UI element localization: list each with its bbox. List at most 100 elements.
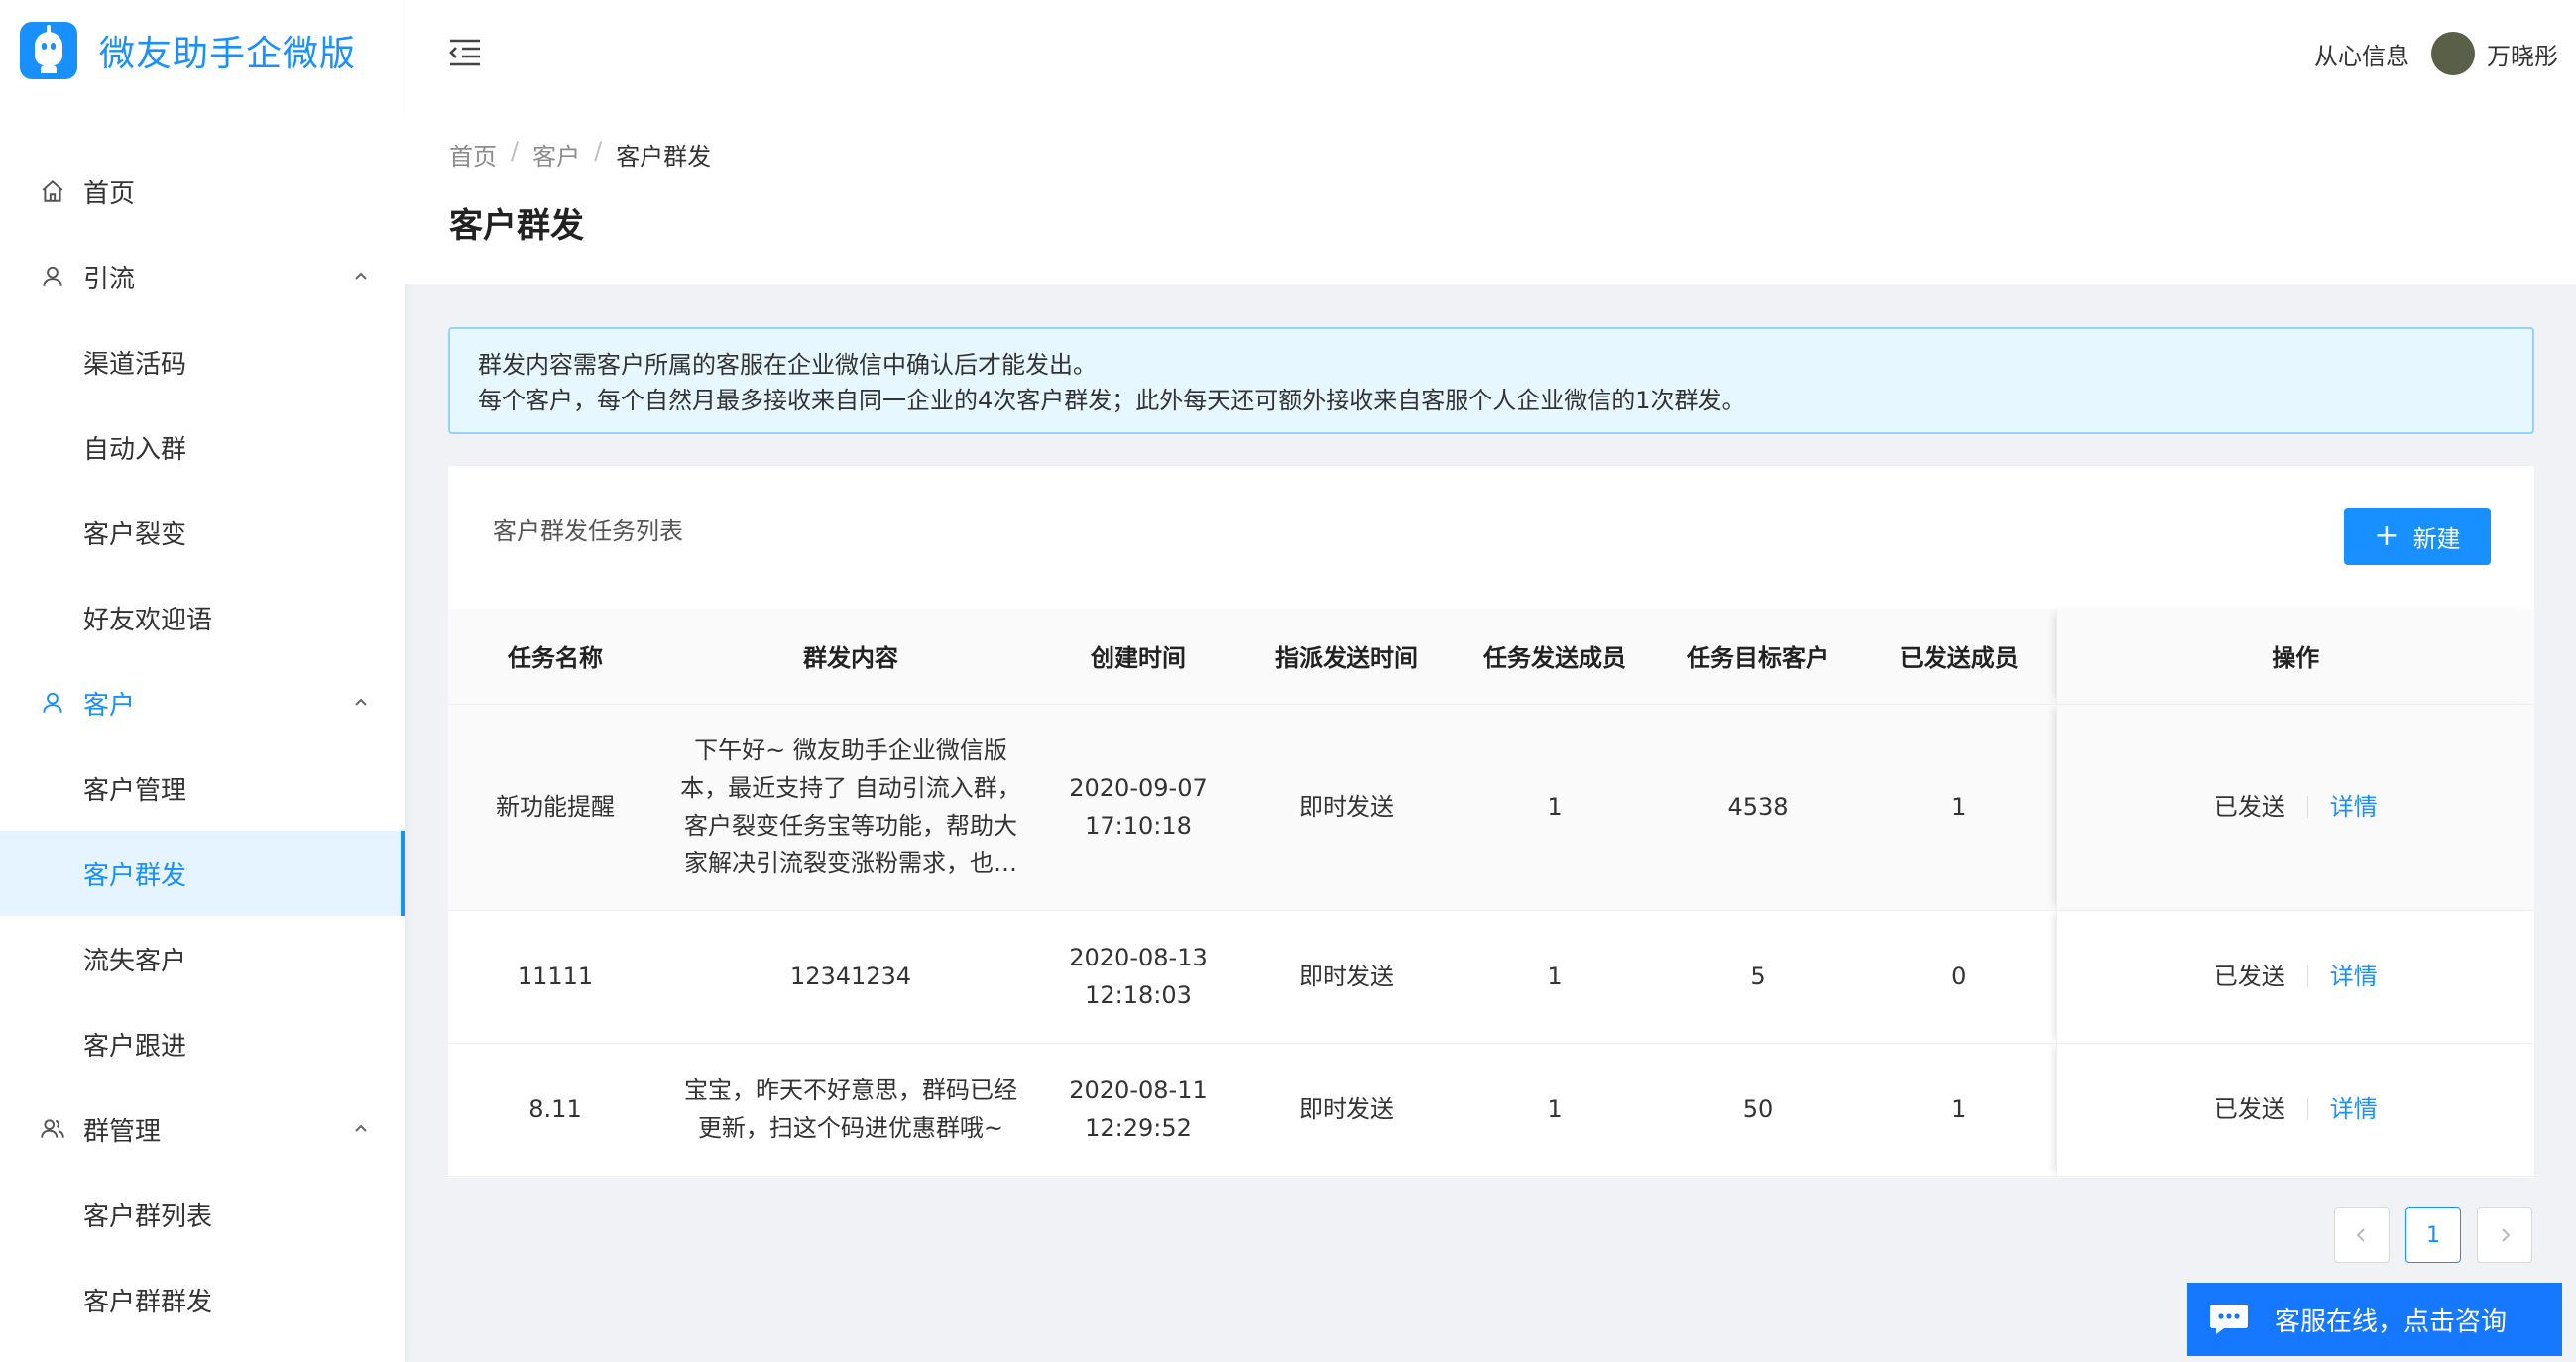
table-header-row: 任务名称 群发内容 创建时间 指派发送时间 任务发送成员 任务目标客户 已发送成… [448,609,2534,705]
sidebar-item-group-management[interactable]: 群管理 [0,1086,405,1172]
task-name: 11111 [448,910,662,1044]
target-customers: 50 [1654,1043,1862,1177]
team-icon [40,1116,65,1142]
sidebar-item-group-broadcast[interactable]: 客户群群发 [0,1257,405,1342]
app-logo[interactable]: 微友助手企微版 [20,22,356,79]
sidebar-item-label: 客户裂变 [83,519,187,550]
chat-bubble-icon [2210,1305,2248,1334]
task-name: 新功能提醒 [448,704,662,911]
chevron-up-icon [355,272,367,280]
chevron-left-icon [2356,1228,2365,1242]
row-actions: 已发送 详情 [2055,1043,2534,1177]
alert-line-1: 群发内容需客户所属的客服在企业微信中确认后才能发出。 [478,351,1097,379]
sidebar-item-traffic[interactable]: 引流 [0,234,405,319]
send-time: 即时发送 [1237,1043,1456,1177]
sidebar-item-label: 首页 [83,178,136,209]
created-time: 2020-09-07 17:10:18 [1039,704,1237,911]
created-clock: 12:18:03 [1085,981,1192,1009]
status-text: 已发送 [2213,1095,2285,1123]
chevron-up-icon [355,1124,367,1132]
detail-link[interactable]: 详情 [2330,958,2378,995]
status-text: 已发送 [2213,793,2285,821]
task-table: 任务名称 群发内容 创建时间 指派发送时间 任务发送成员 任务目标客户 已发送成… [448,609,2534,1177]
detail-link[interactable]: 详情 [2330,1090,2378,1128]
created-clock: 12:29:52 [1085,1114,1192,1142]
sidebar-item-group-list[interactable]: 客户群列表 [0,1172,405,1257]
column-header: 任务目标客户 [1654,609,1862,705]
online-service-button[interactable]: 客服在线，点击咨询 [2187,1283,2562,1356]
broadcast-content: 下午好~ 微友助手企业微信版本，最近支持了 自动引流入群，客户裂变任务宝等功能，… [662,704,1039,911]
breadcrumb: 首页 / 客户 / 客户群发 [449,137,711,171]
column-header: 已发送成员 [1862,609,2056,705]
send-members: 1 [1456,1043,1654,1177]
service-label: 客服在线，点击咨询 [2275,1306,2508,1337]
column-header: 群发内容 [662,609,1039,705]
target-customers: 5 [1654,910,1862,1044]
card-title: 客户群发任务列表 [493,517,683,545]
user-icon [40,690,65,716]
robot-logo-icon [20,22,77,79]
column-header: 创建时间 [1039,609,1237,705]
sidebar-item-label: 群管理 [83,1116,162,1147]
sidebar-item-label: 客户 [83,690,136,721]
created-clock: 17:10:18 [1085,812,1192,840]
sidebar-item-label: 客户群发 [83,860,187,891]
avatar[interactable] [2431,32,2475,75]
created-time: 2020-08-11 12:29:52 [1039,1043,1237,1177]
detail-link[interactable]: 详情 [2330,788,2378,826]
sidebar-item-label: 自动入群 [83,434,187,465]
created-time: 2020-08-13 12:18:03 [1039,910,1237,1044]
column-header: 操作 [2055,609,2534,705]
sidebar-menu: 首页 引流 渠道活码 自动入群 客户裂变 好友欢迎语 客户 客户管理 客户群发 … [0,149,405,1342]
send-members: 1 [1456,910,1654,1044]
info-alert: 群发内容需客户所属的客服在企业微信中确认后才能发出。 每个客户，每个自然月最多接… [448,327,2534,434]
breadcrumb-separator: / [511,137,520,165]
sidebar-item-label: 客户群群发 [83,1287,213,1317]
breadcrumb-customers[interactable]: 客户 [532,137,580,171]
alert-line-2: 每个客户，每个自然月最多接收来自同一企业的4次客户群发；此外每天还可额外接收来自… [478,387,1746,414]
sidebar-item-customer-management[interactable]: 客户管理 [0,745,405,831]
sent-members: 1 [1862,1043,2056,1177]
page-title: 客户群发 [449,206,584,246]
pagination: 1 [2334,1207,2532,1263]
sidebar-item-auto-join-group[interactable]: 自动入群 [0,404,405,490]
breadcrumb-home[interactable]: 首页 [449,137,497,171]
column-header: 任务发送成员 [1456,609,1654,705]
sidebar-item-customer-broadcast[interactable]: 客户群发 [0,831,405,916]
sidebar-item-lost-customers[interactable]: 流失客户 [0,916,405,1001]
created-date: 2020-09-07 [1069,774,1208,802]
column-header: 任务名称 [448,609,662,705]
target-customers: 4538 [1654,704,1862,911]
page-number-button[interactable]: 1 [2405,1207,2461,1263]
divider [2306,965,2308,987]
broadcast-content: 宝宝，昨天不好意思，群码已经更新，扫这个码进优惠群哦~ [662,1043,1039,1177]
home-icon [40,178,65,204]
sidebar-item-welcome-message[interactable]: 好友欢迎语 [0,575,405,660]
menu-fold-icon[interactable] [448,38,482,67]
sidebar-item-home[interactable]: 首页 [0,149,405,234]
prev-page-button[interactable] [2334,1207,2390,1263]
divider [2306,796,2308,818]
user-name[interactable]: 万晓彤 [2487,37,2558,71]
created-date: 2020-08-13 [1069,944,1208,971]
sent-members: 1 [1862,704,2056,911]
breadcrumb-separator: / [594,137,603,165]
row-actions: 已发送 详情 [2055,704,2534,911]
company-name[interactable]: 从心信息 [2314,37,2409,71]
sidebar-item-customer-followup[interactable]: 客户跟进 [0,1001,405,1086]
sidebar-item-customers[interactable]: 客户 [0,660,405,745]
sidebar-item-customer-fission[interactable]: 客户裂变 [0,490,405,575]
next-page-button[interactable] [2477,1207,2532,1263]
breadcrumb-current: 客户群发 [616,143,712,170]
user-icon [40,264,65,289]
sidebar-item-label: 客户群列表 [83,1201,213,1232]
sidebar-item-label: 渠道活码 [83,349,187,380]
created-date: 2020-08-11 [1069,1077,1208,1104]
broadcast-content-text: 宝宝，昨天不好意思，群码已经更新，扫这个码进优惠群哦~ [684,1077,1017,1142]
sidebar-item-channel-code[interactable]: 渠道活码 [0,319,405,404]
sidebar-item-label: 好友欢迎语 [83,605,213,635]
new-task-button[interactable]: + 新建 [2344,508,2491,565]
task-name: 8.11 [448,1043,662,1177]
chevron-up-icon [355,698,367,706]
header-user-area: 从心信息 万晓彤 [2314,32,2558,75]
